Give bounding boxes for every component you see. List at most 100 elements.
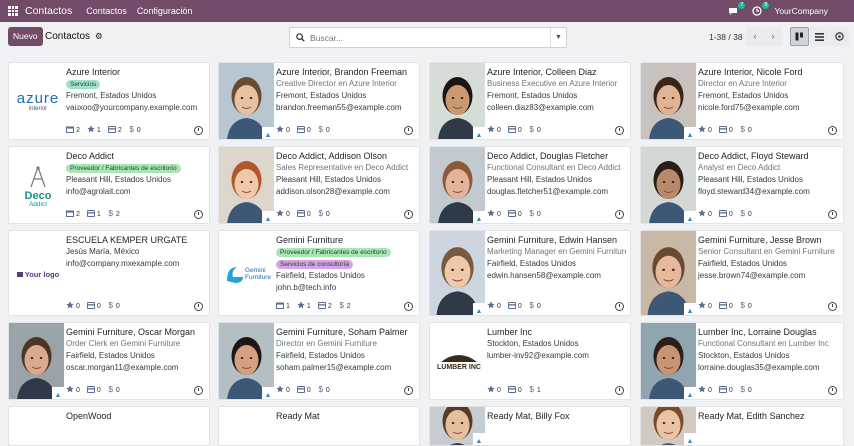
- contact-card[interactable]: ▲ Gemini Furniture, Soham Palmer Director …: [218, 322, 420, 400]
- contact-card[interactable]: ▲ Deco Addict, Addison Olson Sales Represe…: [218, 146, 420, 224]
- menu-configuracion[interactable]: Configuración: [137, 6, 193, 16]
- app-name[interactable]: Contactos: [25, 5, 72, 17]
- contact-card[interactable]: ▲ Gemini Furniture, Oscar Morgan Order Cle…: [8, 322, 210, 400]
- stat-dollar[interactable]: $0: [740, 125, 751, 135]
- stat-star[interactable]: 0: [276, 385, 290, 395]
- stat-dollar[interactable]: $0: [740, 209, 751, 219]
- contact-card[interactable]: ▲ Deco Addict, Floyd Steward Analyst en De…: [640, 146, 844, 224]
- activity-clock-icon[interactable]: [615, 302, 624, 311]
- contact-card[interactable]: Your logo ESCUELA KEMPER URGATE Jesús Marí…: [8, 230, 210, 316]
- contact-card[interactable]: ▲ Ready Mat, Edith Sanchez: [640, 406, 844, 446]
- stat-money[interactable]: 0: [296, 209, 311, 219]
- contact-card[interactable]: Deco Addict Deco Addict Proveedor / Fabric…: [8, 146, 210, 224]
- stat-money[interactable]: 0: [296, 125, 311, 135]
- search-bar[interactable]: ▼: [289, 27, 567, 48]
- contact-card[interactable]: ▲ Azure Interior, Colleen Diaz Business Ex…: [429, 62, 631, 140]
- stat-dollar[interactable]: $0: [108, 385, 119, 395]
- new-button[interactable]: Nuevo: [8, 27, 43, 46]
- stat-money[interactable]: 0: [86, 385, 101, 395]
- stat-star[interactable]: 0: [698, 209, 712, 219]
- apps-menu-icon[interactable]: [8, 6, 18, 16]
- stat-star[interactable]: 1: [297, 301, 311, 311]
- stat-money[interactable]: 0: [718, 385, 733, 395]
- stat-money[interactable]: 0: [507, 301, 522, 311]
- stat-star[interactable]: 0: [487, 301, 501, 311]
- stat-money[interactable]: 2: [317, 301, 332, 311]
- activity-clock-icon[interactable]: [194, 126, 203, 135]
- stat-star[interactable]: 0: [698, 125, 712, 135]
- pager-previous-button[interactable]: ‹: [746, 27, 764, 46]
- stat-money[interactable]: 0: [86, 301, 101, 311]
- stat-money[interactable]: 0: [507, 209, 522, 219]
- stat-money[interactable]: 1: [86, 209, 101, 219]
- activity-clock-icon[interactable]: [615, 210, 624, 219]
- stat-star[interactable]: 0: [66, 301, 80, 311]
- stat-star[interactable]: 0: [487, 209, 501, 219]
- activity-clock-icon[interactable]: [615, 386, 624, 395]
- stat-star[interactable]: 0: [698, 301, 712, 311]
- chat-icon[interactable]: 7: [726, 2, 746, 17]
- activity-clock-icon[interactable]: [194, 210, 203, 219]
- contact-card[interactable]: Ready Mat: [218, 406, 420, 446]
- category-tag[interactable]: Servicios: [66, 80, 101, 89]
- stat-star[interactable]: 0: [487, 385, 501, 395]
- contact-card[interactable]: azure interior Azure Interior Servicios Fre…: [8, 62, 210, 140]
- stat-meeting[interactable]: 1: [276, 301, 290, 311]
- activity-clock-icon[interactable]: [828, 302, 837, 311]
- activity-clock-icon[interactable]: [404, 386, 413, 395]
- stat-star[interactable]: 0: [487, 125, 501, 135]
- activity-clock-icon[interactable]: [404, 302, 413, 311]
- pager-value[interactable]: 1-38 / 38: [709, 32, 743, 42]
- kanban-view-icon[interactable]: [790, 27, 809, 46]
- stat-star[interactable]: 1: [87, 125, 101, 135]
- contact-card[interactable]: ▲ Gemini Furniture, Jesse Brown Senior Con…: [640, 230, 844, 316]
- stat-star[interactable]: 0: [698, 385, 712, 395]
- stat-meeting[interactable]: 2: [66, 209, 80, 219]
- contact-card[interactable]: ▲ Gemini Furniture, Edwin Hansen Marketing…: [429, 230, 631, 316]
- list-view-icon[interactable]: [810, 27, 829, 46]
- stat-dollar[interactable]: $0: [740, 301, 751, 311]
- stat-dollar[interactable]: $0: [529, 125, 540, 135]
- activity-clock-icon[interactable]: [194, 302, 203, 311]
- stat-dollar[interactable]: $0: [529, 209, 540, 219]
- stat-dollar[interactable]: $0: [318, 125, 329, 135]
- activity-clock-icon[interactable]: [828, 126, 837, 135]
- activity-clock-icon[interactable]: [404, 126, 413, 135]
- menu-contactos[interactable]: Contactos: [86, 6, 127, 16]
- stat-money[interactable]: 0: [718, 209, 733, 219]
- stat-money[interactable]: 0: [718, 301, 733, 311]
- stat-dollar[interactable]: $2: [108, 209, 119, 219]
- activity-clock-icon[interactable]: [194, 386, 203, 395]
- pager-next-button[interactable]: ›: [764, 27, 782, 46]
- contact-card[interactable]: ▲ Azure Interior, Brandon Freeman Creative…: [218, 62, 420, 140]
- stat-dollar[interactable]: $0: [129, 125, 140, 135]
- contact-card[interactable]: LUMBER INC Lumber Inc Stockton, Estados Un…: [429, 322, 631, 400]
- activity-clock-icon[interactable]: [404, 210, 413, 219]
- contact-card[interactable]: ▲ Deco Addict, Douglas Fletcher Functional…: [429, 146, 631, 224]
- gear-icon[interactable]: ⚙: [95, 27, 103, 46]
- contact-card[interactable]: ▲ Azure Interior, Nicole Ford Director en …: [640, 62, 844, 140]
- search-options-toggle-icon[interactable]: ▼: [550, 28, 566, 47]
- activity-clock-icon[interactable]: [615, 126, 624, 135]
- category-tag[interactable]: Servicios de consultoría: [276, 260, 354, 269]
- stat-dollar[interactable]: $0: [529, 301, 540, 311]
- stat-dollar[interactable]: $0: [318, 209, 329, 219]
- stat-money[interactable]: 0: [296, 385, 311, 395]
- stat-dollar[interactable]: $0: [318, 385, 329, 395]
- contact-card[interactable]: OpenWood: [8, 406, 210, 446]
- search-input[interactable]: [310, 32, 550, 43]
- stat-money[interactable]: 0: [507, 385, 522, 395]
- stat-star[interactable]: 0: [66, 385, 80, 395]
- map-view-icon[interactable]: [830, 27, 849, 46]
- company-switcher[interactable]: YourCompany: [774, 6, 828, 16]
- stat-star[interactable]: 0: [276, 209, 290, 219]
- stat-star[interactable]: 0: [276, 125, 290, 135]
- activity-clock-icon[interactable]: [828, 386, 837, 395]
- stat-dollar[interactable]: $0: [108, 301, 119, 311]
- stat-dollar[interactable]: $0: [740, 385, 751, 395]
- stat-money[interactable]: 0: [507, 125, 522, 135]
- activity-clock-icon[interactable]: [828, 210, 837, 219]
- stat-money[interactable]: 2: [107, 125, 122, 135]
- stat-dollar[interactable]: $1: [529, 385, 540, 395]
- contact-card[interactable]: Gemini Furniture Gemini Furniture Proveedor…: [218, 230, 420, 316]
